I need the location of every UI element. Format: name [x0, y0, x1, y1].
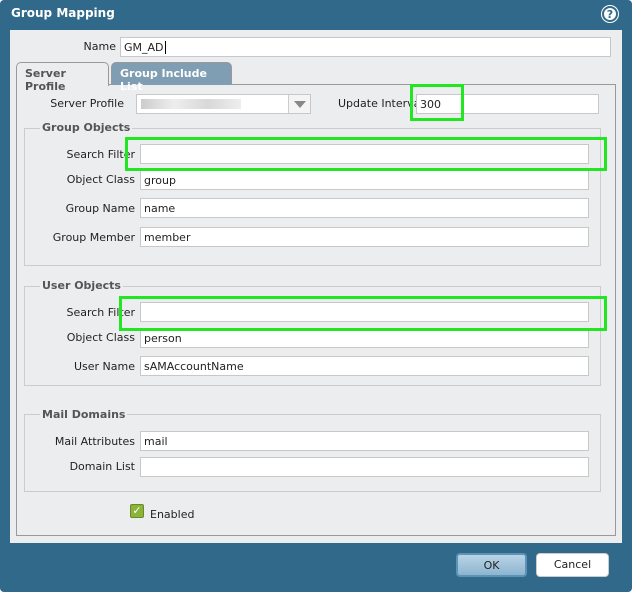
- cancel-button[interactable]: Cancel: [536, 553, 609, 577]
- user-object-class-label: Object Class: [66, 331, 135, 344]
- group-search-filter-label: Search Filter: [66, 148, 135, 161]
- update-interval-label: Update Interval: [338, 97, 424, 110]
- mail-domains-legend: Mail Domains: [40, 408, 128, 421]
- domain-list-label: Domain List: [69, 460, 135, 473]
- group-object-class-label: Object Class: [66, 173, 135, 186]
- tab-server-profile[interactable]: Server Profile: [16, 62, 109, 93]
- update-interval-input[interactable]: 300: [416, 94, 599, 114]
- user-name-input[interactable]: sAMAccountName: [140, 356, 589, 376]
- name-label: Name: [83, 40, 116, 53]
- enabled-checkbox[interactable]: ✓: [130, 504, 144, 518]
- help-icon[interactable]: ?: [602, 6, 618, 22]
- mail-attributes-label: Mail Attributes: [54, 435, 135, 448]
- blurred-value: [141, 99, 241, 109]
- mail-attributes-input[interactable]: mail: [140, 431, 589, 451]
- chevron-down-icon: [294, 101, 306, 108]
- server-profile-label: Server Profile: [50, 97, 124, 110]
- group-member-label: Group Member: [52, 231, 135, 244]
- group-member-input[interactable]: member: [140, 227, 589, 247]
- mail-domains-fieldset: [24, 414, 601, 492]
- ok-button[interactable]: OK: [456, 553, 527, 577]
- name-input[interactable]: GM_AD: [120, 37, 611, 57]
- tab-group-include-list[interactable]: Group Include List: [111, 62, 232, 93]
- group-name-label: Group Name: [65, 202, 135, 215]
- dropdown-button[interactable]: [288, 95, 310, 113]
- enabled-label: Enabled: [150, 508, 195, 521]
- domain-list-input[interactable]: [140, 457, 589, 477]
- group-objects-legend: Group Objects: [40, 121, 133, 134]
- server-profile-select[interactable]: [136, 94, 311, 114]
- user-search-filter-input[interactable]: [140, 302, 589, 322]
- group-name-input[interactable]: name: [140, 198, 589, 218]
- group-object-class-input[interactable]: group: [140, 170, 589, 190]
- user-name-label: User Name: [73, 360, 135, 373]
- user-objects-legend: User Objects: [40, 279, 123, 292]
- name-value: GM_AD: [124, 41, 164, 54]
- user-search-filter-label: Search Filter: [66, 306, 135, 319]
- dialog-title: Group Mapping: [11, 6, 115, 20]
- user-object-class-input[interactable]: person: [140, 328, 589, 348]
- text-cursor: [164, 41, 166, 54]
- group-search-filter-input[interactable]: [140, 144, 589, 164]
